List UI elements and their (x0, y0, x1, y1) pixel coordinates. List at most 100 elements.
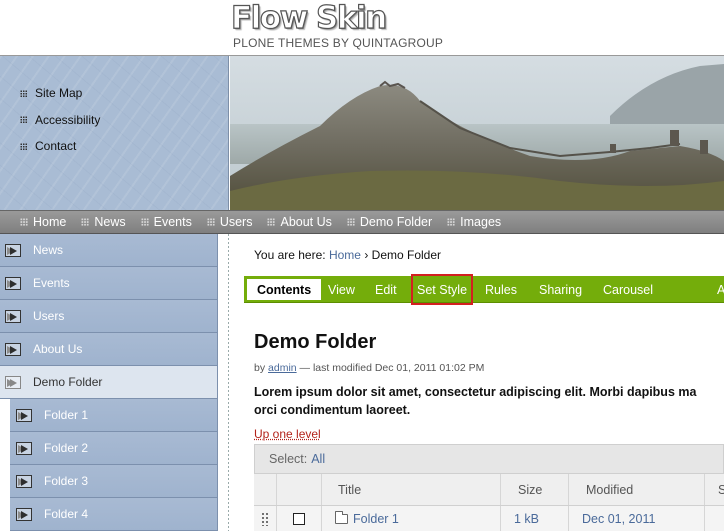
site-action-label: Accessibility (35, 113, 100, 127)
site-header: Flow Skin PLONE THEMES BY QUINTAGROUP (0, 0, 724, 56)
nav-label: Events (154, 215, 192, 229)
column-header-modified[interactable]: Modified (569, 474, 705, 505)
folder-contents-table: Title Size Modified S Folder 1 1 kB Dec … (254, 474, 724, 531)
nav-item-users[interactable]: Users (207, 215, 253, 229)
bullet-icon (20, 218, 28, 226)
arrow-right-icon (5, 343, 21, 356)
tab-carousel[interactable]: Carousel (603, 279, 653, 300)
table-row: Folder 1 1 kB Dec 01, 2011 (254, 506, 724, 531)
tab-edit[interactable]: Edit (375, 279, 397, 300)
breadcrumb-home-link[interactable]: Home (329, 248, 361, 262)
content-views-bar: Contents View Edit Set Style Rules Shari… (244, 276, 724, 303)
left-nav-label: Users (33, 309, 64, 323)
left-nav-item-about-us[interactable]: About Us (0, 333, 218, 366)
nav-label: Images (460, 215, 501, 229)
site-action-label: Contact (35, 139, 76, 153)
select-label: Select: (269, 452, 307, 466)
select-all-link[interactable]: All (311, 452, 325, 466)
portal-top: Site Map Accessibility Contact (0, 56, 724, 210)
bullet-icon (20, 143, 27, 150)
up-one-level-link[interactable]: Up one level (254, 427, 321, 441)
tab-view[interactable]: View (328, 279, 355, 300)
description-line: Lorem ipsum dolor sit amet, consectetur … (254, 383, 724, 401)
column-header-size[interactable]: Size (501, 474, 569, 505)
byline-modified: — last modified Dec 01, 2011 01:02 PM (300, 362, 485, 374)
header-checkbox-cell (277, 474, 322, 505)
tab-contents[interactable]: Contents (247, 279, 321, 300)
row-checkbox-cell (277, 506, 322, 531)
arrow-right-icon (16, 508, 32, 521)
bullet-icon (267, 218, 275, 226)
left-nav-item-events[interactable]: Events (0, 267, 218, 300)
bullet-icon (141, 218, 149, 226)
breadcrumb-separator: › (364, 248, 368, 262)
tab-actions-menu[interactable]: A (717, 279, 724, 300)
bullet-icon (20, 90, 27, 97)
description-line: orci condimentum laoreet. (254, 401, 724, 419)
tab-set-style[interactable]: Set Style (413, 276, 471, 303)
left-nav-item-users[interactable]: Users (0, 300, 218, 333)
nav-item-news[interactable]: News (81, 215, 125, 229)
header-banner-image (230, 56, 724, 210)
breadcrumb-prefix: You are here: (254, 248, 326, 262)
logo-subtitle: PLONE THEMES BY QUINTAGROUP (233, 36, 443, 50)
header-drag-cell (254, 474, 277, 505)
column-header-state[interactable]: S (705, 474, 724, 505)
left-nav-item-demo-folder[interactable]: Demo Folder (0, 366, 218, 399)
left-nav-label: Folder 4 (44, 507, 88, 521)
left-nav-item-news[interactable]: News (0, 234, 218, 267)
site-logo[interactable]: Flow Skin PLONE THEMES BY QUINTAGROUP (231, 2, 443, 50)
nav-label: Demo Folder (360, 215, 432, 229)
left-nav-label: Folder 2 (44, 441, 88, 455)
bullet-icon (20, 116, 27, 123)
site-action-sitemap[interactable]: Site Map (20, 80, 100, 107)
arrow-right-icon (5, 277, 21, 290)
select-bar: Select: All (254, 444, 724, 474)
document-byline: by admin — last modified Dec 01, 2011 01… (254, 362, 484, 374)
navigation-portlet: News Events Users About Us Demo Folder F… (0, 234, 218, 531)
nav-item-about-us[interactable]: About Us (267, 215, 331, 229)
row-modified: Dec 01, 2011 (569, 506, 705, 531)
site-action-accessibility[interactable]: Accessibility (20, 107, 100, 134)
tab-rules[interactable]: Rules (485, 279, 517, 300)
left-nav-label: Folder 1 (44, 408, 88, 422)
row-checkbox[interactable] (293, 513, 305, 525)
drag-handle[interactable] (254, 506, 277, 531)
document-description: Lorem ipsum dolor sit amet, consectetur … (254, 383, 724, 419)
drag-grip-icon (261, 512, 269, 526)
fortress-landscape-image (230, 56, 724, 210)
logo-title: Flow Skin (231, 2, 443, 34)
arrow-right-icon (5, 310, 21, 323)
arrow-right-icon (16, 442, 32, 455)
author-link[interactable]: admin (268, 362, 297, 374)
arrow-right-icon (16, 475, 32, 488)
page-title: Demo Folder (254, 331, 376, 354)
column-header-title[interactable]: Title (322, 474, 501, 505)
breadcrumb: You are here: Home › Demo Folder (254, 248, 441, 262)
left-nav-subitem-folder-4[interactable]: Folder 4 (10, 498, 218, 531)
arrow-right-icon (5, 376, 21, 389)
arrow-right-icon (16, 409, 32, 422)
bullet-icon (81, 218, 89, 226)
left-nav-subitem-folder-2[interactable]: Folder 2 (10, 432, 218, 465)
site-action-contact[interactable]: Contact (20, 133, 100, 160)
row-state (705, 506, 724, 531)
site-actions: Site Map Accessibility Contact (0, 56, 229, 210)
nav-item-demo-folder[interactable]: Demo Folder (347, 215, 432, 229)
nav-item-images[interactable]: Images (447, 215, 501, 229)
bullet-icon (347, 218, 355, 226)
nav-item-home[interactable]: Home (20, 215, 66, 229)
left-nav-label: Demo Folder (33, 375, 102, 389)
row-title: Folder 1 (353, 512, 399, 526)
breadcrumb-current: Demo Folder (372, 248, 441, 262)
nav-item-events[interactable]: Events (141, 215, 192, 229)
tab-sharing[interactable]: Sharing (539, 279, 582, 300)
left-nav-subitem-folder-3[interactable]: Folder 3 (10, 465, 218, 498)
bullet-icon (447, 218, 455, 226)
left-nav-subitem-folder-1[interactable]: Folder 1 (10, 399, 218, 432)
row-title-link[interactable]: Folder 1 (322, 506, 501, 531)
column-separator (228, 234, 229, 531)
nav-label: Home (33, 215, 66, 229)
byline-prefix: by (254, 362, 265, 374)
nav-label: Users (220, 215, 253, 229)
